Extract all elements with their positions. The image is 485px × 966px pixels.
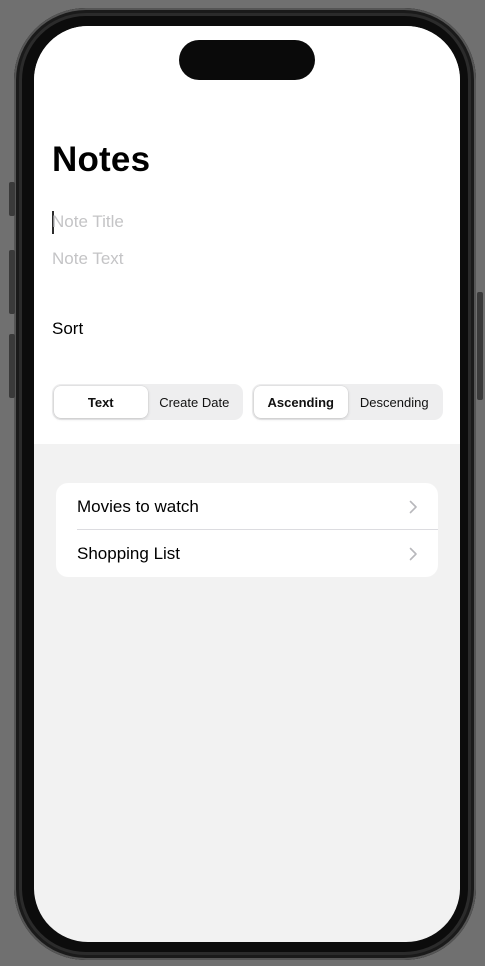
form-area: Notes Note Title Note Text Sort Text Cre… [34,26,460,444]
power-button [477,292,483,400]
action-button [9,182,15,216]
sort-order-picker[interactable]: Ascending Descending [252,384,443,420]
sort-order-ascending[interactable]: Ascending [254,386,348,418]
sort-order-descending[interactable]: Descending [348,386,442,418]
volume-up-button [9,250,15,314]
sort-field-create-date[interactable]: Create Date [148,386,242,418]
note-text-input[interactable]: Note Text [52,249,124,269]
list-item-label: Movies to watch [77,496,199,516]
page-title: Notes [52,140,151,179]
device-frame: Notes Note Title Note Text Sort Text Cre… [0,0,485,966]
list-item-label: Shopping List [77,543,181,563]
list-item[interactable]: Movies to watch [56,483,438,530]
chevron-right-icon [409,547,417,560]
note-title-input[interactable]: Note Title [52,212,124,232]
list-item[interactable]: Shopping List [56,530,438,577]
chevron-right-icon [409,500,417,513]
sort-field-picker[interactable]: Text Create Date [52,384,243,420]
screen: Notes Note Title Note Text Sort Text Cre… [34,26,460,942]
volume-down-button [9,334,15,398]
sort-field-text[interactable]: Text [54,386,148,418]
dynamic-island [179,40,315,80]
sort-label: Sort [52,319,84,338]
notes-list: Movies to watch Shopping List [56,483,438,577]
